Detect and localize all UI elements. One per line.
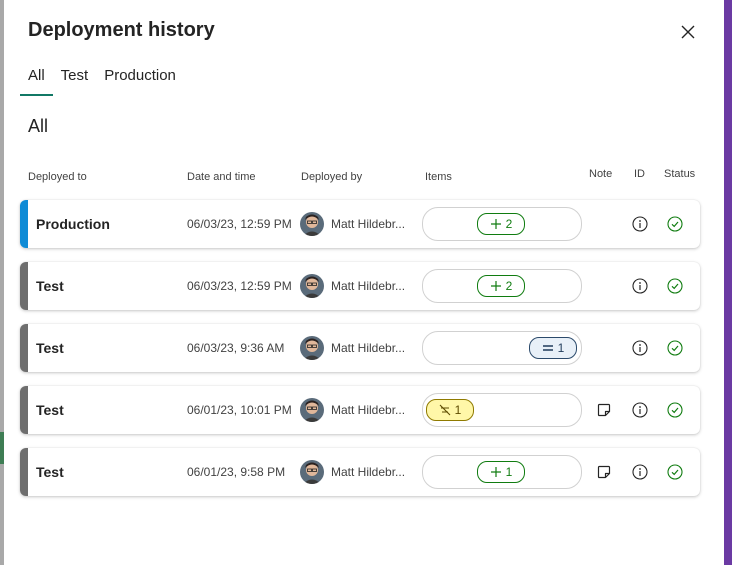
items-summary[interactable]: 2 [422,269,582,303]
stage-color-bar [20,200,28,248]
strikethrough-icon [439,404,451,416]
column-header-deployed-to: Deployed to [28,171,87,183]
info-icon[interactable] [632,278,648,294]
deployed-by-name: Matt Hildebr... [331,279,406,293]
stage-color-bar [20,448,28,496]
deployment-row[interactable]: Test 06/03/23, 12:59 PM Matt Hildebr... 2 [20,262,700,310]
items-count: 1 [505,465,513,479]
items-badge-unchanged[interactable]: 1 [529,337,577,359]
success-check-icon [667,340,683,356]
section-title: All [28,116,49,136]
items-summary[interactable]: 1 [422,393,582,427]
items-summary[interactable]: 1 [422,331,582,365]
plus-icon [490,466,502,478]
deployed-to-stage: Test [36,278,64,294]
equals-icon [542,342,554,354]
info-icon[interactable] [632,216,648,232]
deployment-datetime: 06/03/23, 12:59 PM [187,217,292,231]
column-header-status: Status [664,168,696,180]
column-header-note: Note [589,168,613,180]
avatar [300,274,324,298]
tab-test[interactable]: Test [53,64,97,96]
avatar [300,212,324,236]
note-icon[interactable] [596,402,612,418]
deployment-row[interactable]: Production 06/03/23, 12:59 PM Matt Hildebr… [20,200,700,248]
items-summary[interactable]: 1 [422,455,582,489]
deployment-row[interactable]: Test 06/03/23, 9:36 AM Matt Hildebr... 1 [20,324,700,372]
deployed-by-name: Matt Hildebr... [331,217,406,231]
info-icon[interactable] [632,402,648,418]
items-badge-added[interactable]: 2 [477,213,525,235]
deployment-datetime: 06/01/23, 10:01 PM [187,403,292,417]
deployed-to-stage: Test [36,464,64,480]
deployment-datetime: 06/01/23, 9:58 PM [187,465,286,479]
stage-color-bar [20,386,28,434]
deployed-by-name: Matt Hildebr... [331,341,406,355]
deployment-datetime: 06/03/23, 12:59 PM [187,279,292,293]
plus-icon [490,280,502,292]
avatar [300,398,324,422]
success-check-icon [667,402,683,418]
column-header-deployed-by: Deployed by [301,171,363,183]
items-count: 1 [454,403,462,417]
tab-all[interactable]: All [20,64,53,96]
note-icon[interactable] [596,464,612,480]
items-badge-added[interactable]: 2 [477,275,525,297]
items-summary[interactable]: 2 [422,207,582,241]
avatar [300,460,324,484]
success-check-icon [667,278,683,294]
stage-color-bar [20,324,28,372]
deployment-row[interactable]: Test 06/01/23, 10:01 PM Matt Hildebr... 1 [20,386,700,434]
items-badge-added[interactable]: 1 [477,461,525,483]
stage-color-bar [20,262,28,310]
deployed-by-name: Matt Hildebr... [331,403,406,417]
items-badge-removed[interactable]: 1 [426,399,474,421]
info-icon[interactable] [632,340,648,356]
deployment-history-panel: Deployment history All Test Production A… [4,0,724,565]
avatar [300,336,324,360]
success-check-icon [667,464,683,480]
panel-title: Deployment history [28,19,215,41]
success-check-icon [667,216,683,232]
close-button[interactable] [676,20,700,44]
items-count: 1 [557,341,565,355]
tab-production[interactable]: Production [96,64,184,96]
deployment-row[interactable]: Test 06/01/23, 9:58 PM Matt Hildebr... 1 [20,448,700,496]
items-count: 2 [505,217,513,231]
deployment-datetime: 06/03/23, 9:36 AM [187,341,285,355]
deployed-to-stage: Test [36,402,64,418]
stage-tabs: All Test Production [20,64,184,96]
deployed-by-name: Matt Hildebr... [331,465,406,479]
column-header-id: ID [634,168,645,180]
column-header-items: Items [425,171,452,183]
deployed-to-stage: Production [36,216,110,232]
info-icon[interactable] [632,464,648,480]
side-accent-bar [724,0,732,565]
deployed-to-stage: Test [36,340,64,356]
column-header-date-time: Date and time [187,171,256,183]
close-icon [681,25,695,39]
plus-icon [490,218,502,230]
items-count: 2 [505,279,513,293]
